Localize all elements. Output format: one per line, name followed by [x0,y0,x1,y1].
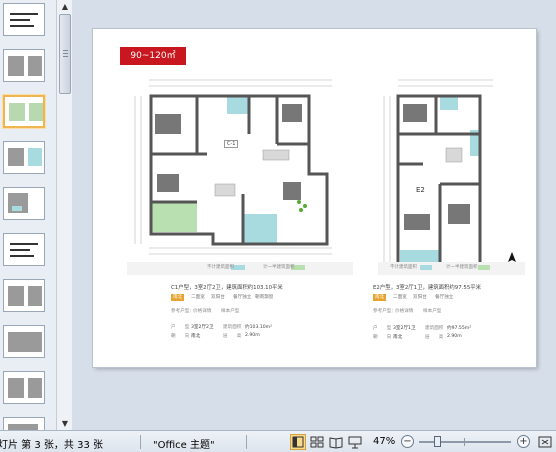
fit-to-window-button[interactable] [537,434,553,450]
c1-chip: 朝南飘窗 [255,295,274,300]
normal-view-icon [292,436,304,448]
status-bar: 幻灯片 第 3 张，共 33 张 "Office 主题" 47% − + [0,430,556,452]
slide-thumbnail-8[interactable] [3,325,45,358]
e2-ref-label: 参考户型： [373,309,396,314]
zoom-out-button[interactable]: − [401,435,414,448]
c1-spec-label: 户 型 [171,325,190,330]
c1-chip: 二面宽 [191,295,205,300]
slide-thumbnail-7[interactable] [3,279,45,312]
e2-spec-value: 2.90m [447,334,462,339]
thumbnail-scrollbar[interactable]: ▲ ▼ [56,0,72,430]
zoom-slider[interactable] [419,436,511,447]
scroll-up-icon[interactable]: ▲ [58,0,72,13]
e2-spec-label: 建筑面积 [425,326,444,331]
slide-thumbnail-pane [0,0,56,430]
legend-label-excluded: 不计建筑面积 [207,265,234,270]
zoom-slider-thumb[interactable] [434,436,441,447]
room-label-e2: E2 [416,186,425,194]
reading-view-button[interactable] [328,434,344,450]
slide-thumbnail-10[interactable] [3,417,45,430]
c1-chip: 餐厅独立 [233,295,252,300]
legend-swatch-excluded [420,265,432,270]
slideshow-icon [348,436,362,449]
c1-caption: C1户型，3室2厅2卫，建筑面积约103.10平米 [171,285,283,291]
e2-spec-label: 层 高 [425,335,444,340]
theme-name-label[interactable]: "Office 主题" [153,436,215,451]
slide-thumbnail-9[interactable] [3,371,45,404]
e2-ref-link[interactable]: 价格详情 [395,308,413,314]
c1-spec-label: 层 高 [223,334,242,339]
slide-thumbnail-3[interactable] [3,95,45,128]
e2-ref-link[interactable]: 样本户型 [423,308,441,314]
c1-spec-label: 朝 向 [171,334,190,339]
e2-chip: 双阳台 [413,295,427,300]
c1-spec-value: 约103.10m² [245,325,272,330]
slide-thumbnail-1[interactable] [3,3,45,36]
c1-spec-value: 2.90m [245,333,260,338]
plan-legend-bar: 不计建筑面积 计一半建筑面积 [378,262,525,275]
e2-caption: E2户型，3室2厅1卫，建筑面积约97.55平米 [373,285,482,291]
slide-thumbnail-2[interactable] [3,49,45,82]
slide-canvas[interactable]: 90~120㎡ C-1 不计建筑面积 计一半建筑面积 E2 不计建筑面积 计一半… [93,29,536,367]
e2-badge: 南北 [373,294,386,301]
slide-sorter-icon [310,436,324,448]
legend-label-half: 计一半建筑面积 [446,265,478,270]
normal-view-button[interactable] [290,434,306,450]
slide-editing-area: 90~120㎡ C-1 不计建筑面积 计一半建筑面积 E2 不计建筑面积 计一半… [72,0,556,430]
e2-chip: 二面宽 [393,295,407,300]
slideshow-button[interactable] [347,434,363,450]
room-label-c1: C-1 [224,140,239,148]
floor-plan-c1: C-1 不计建筑面积 计一半建筑面积 [127,74,353,275]
floor-plan-e2-drawing [383,79,516,268]
floor-plan-c1-drawing [134,79,332,255]
c1-spec-value: 南北 [191,334,201,339]
e2-spec-value: 3室2厅1卫 [393,326,416,331]
c1-ref-link[interactable]: 价格详情 [193,308,211,314]
north-arrow-icon [508,252,516,262]
c1-ref-label: 参考户型： [171,309,194,314]
c1-ref-link[interactable]: 样本户型 [221,308,239,314]
slide-thumbnail-4[interactable] [3,141,45,174]
e2-spec-label: 户 型 [373,326,392,331]
c1-spec-value: 3室2厅2卫 [191,325,214,330]
slide-thumbnail-5[interactable] [3,187,45,220]
legend-swatch-half [478,265,490,270]
fit-window-icon [538,436,552,448]
e2-chip: 餐厅独立 [435,295,454,300]
e2-spec-value: 约97.55m² [447,326,472,331]
c1-badge: 南北 [171,294,184,301]
scrollbar-thumb[interactable] [59,14,71,94]
plan-legend-bar: 不计建筑面积 计一半建筑面积 [127,262,353,275]
legend-label-excluded: 不计建筑面积 [390,265,417,270]
zoom-level-label[interactable]: 47% [373,436,395,447]
slide-sorter-button[interactable] [309,434,325,450]
zoom-in-button[interactable]: + [517,435,530,448]
c1-chip: 双阳台 [211,295,225,300]
c1-spec-label: 建筑面积 [223,325,242,330]
legend-label-half: 计一半建筑面积 [263,265,295,270]
slide-count-label: 幻灯片 第 3 张，共 33 张 [0,440,103,451]
slide-thumbnail-6[interactable] [3,233,45,266]
e2-spec-value: 南北 [393,335,403,340]
e2-spec-label: 朝 向 [373,335,392,340]
area-range-tag: 90~120㎡ [120,47,186,65]
scroll-down-icon[interactable]: ▼ [58,417,72,430]
powerpoint-window: ▲ ▼ 90~120㎡ C-1 不计建筑面积 计一半建筑面积 E2 不计建筑面积… [0,0,556,452]
reading-view-icon [329,437,343,449]
floor-plan-e2: E2 不计建筑面积 计一半建筑面积 [378,74,525,275]
